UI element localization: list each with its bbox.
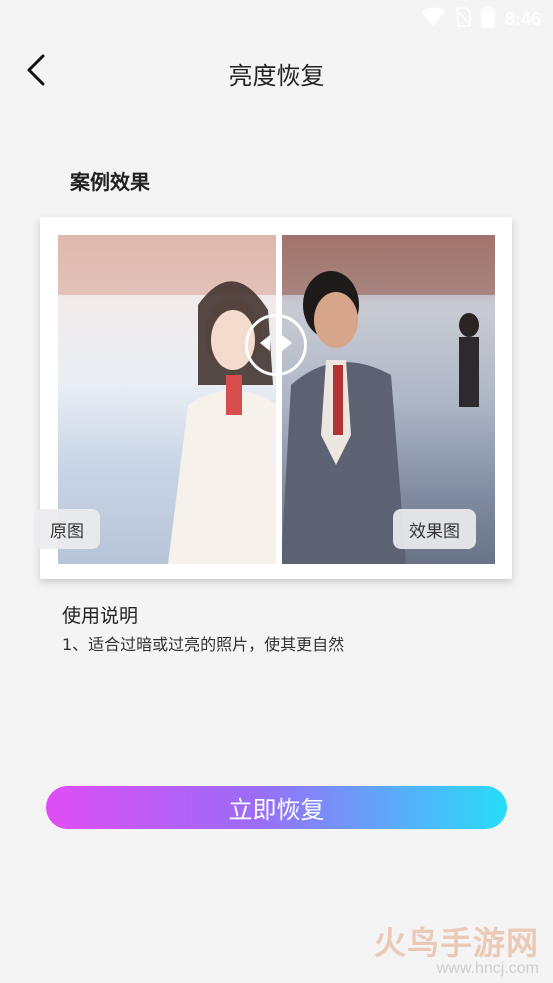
wifi-icon bbox=[420, 7, 445, 31]
compare-arrows-icon bbox=[258, 333, 294, 357]
header: 亮度恢复 bbox=[0, 44, 553, 100]
compare-handle[interactable] bbox=[245, 314, 307, 376]
restore-now-button[interactable]: 立即恢复 bbox=[46, 786, 507, 829]
page-title: 亮度恢复 bbox=[228, 62, 325, 90]
original-label: 原图 bbox=[34, 509, 100, 549]
status-icons: 8:46 bbox=[420, 6, 541, 32]
usage-text: 1、适合过暗或过亮的照片，使其更自然 bbox=[62, 635, 345, 654]
section-title: 案例效果 bbox=[70, 170, 150, 194]
usage-title: 使用说明 bbox=[62, 605, 139, 627]
compare-divider[interactable] bbox=[276, 235, 282, 564]
result-label: 效果图 bbox=[393, 509, 476, 549]
watermark-logo: 火鸟手游网 bbox=[373, 924, 539, 962]
no-sim-icon bbox=[455, 7, 471, 31]
status-time: 8:46 bbox=[504, 8, 541, 29]
status-bar: 8:46 bbox=[0, 0, 553, 38]
watermark: 火鸟手游网 www.hncj.com bbox=[374, 918, 539, 978]
battery-icon bbox=[480, 6, 495, 32]
